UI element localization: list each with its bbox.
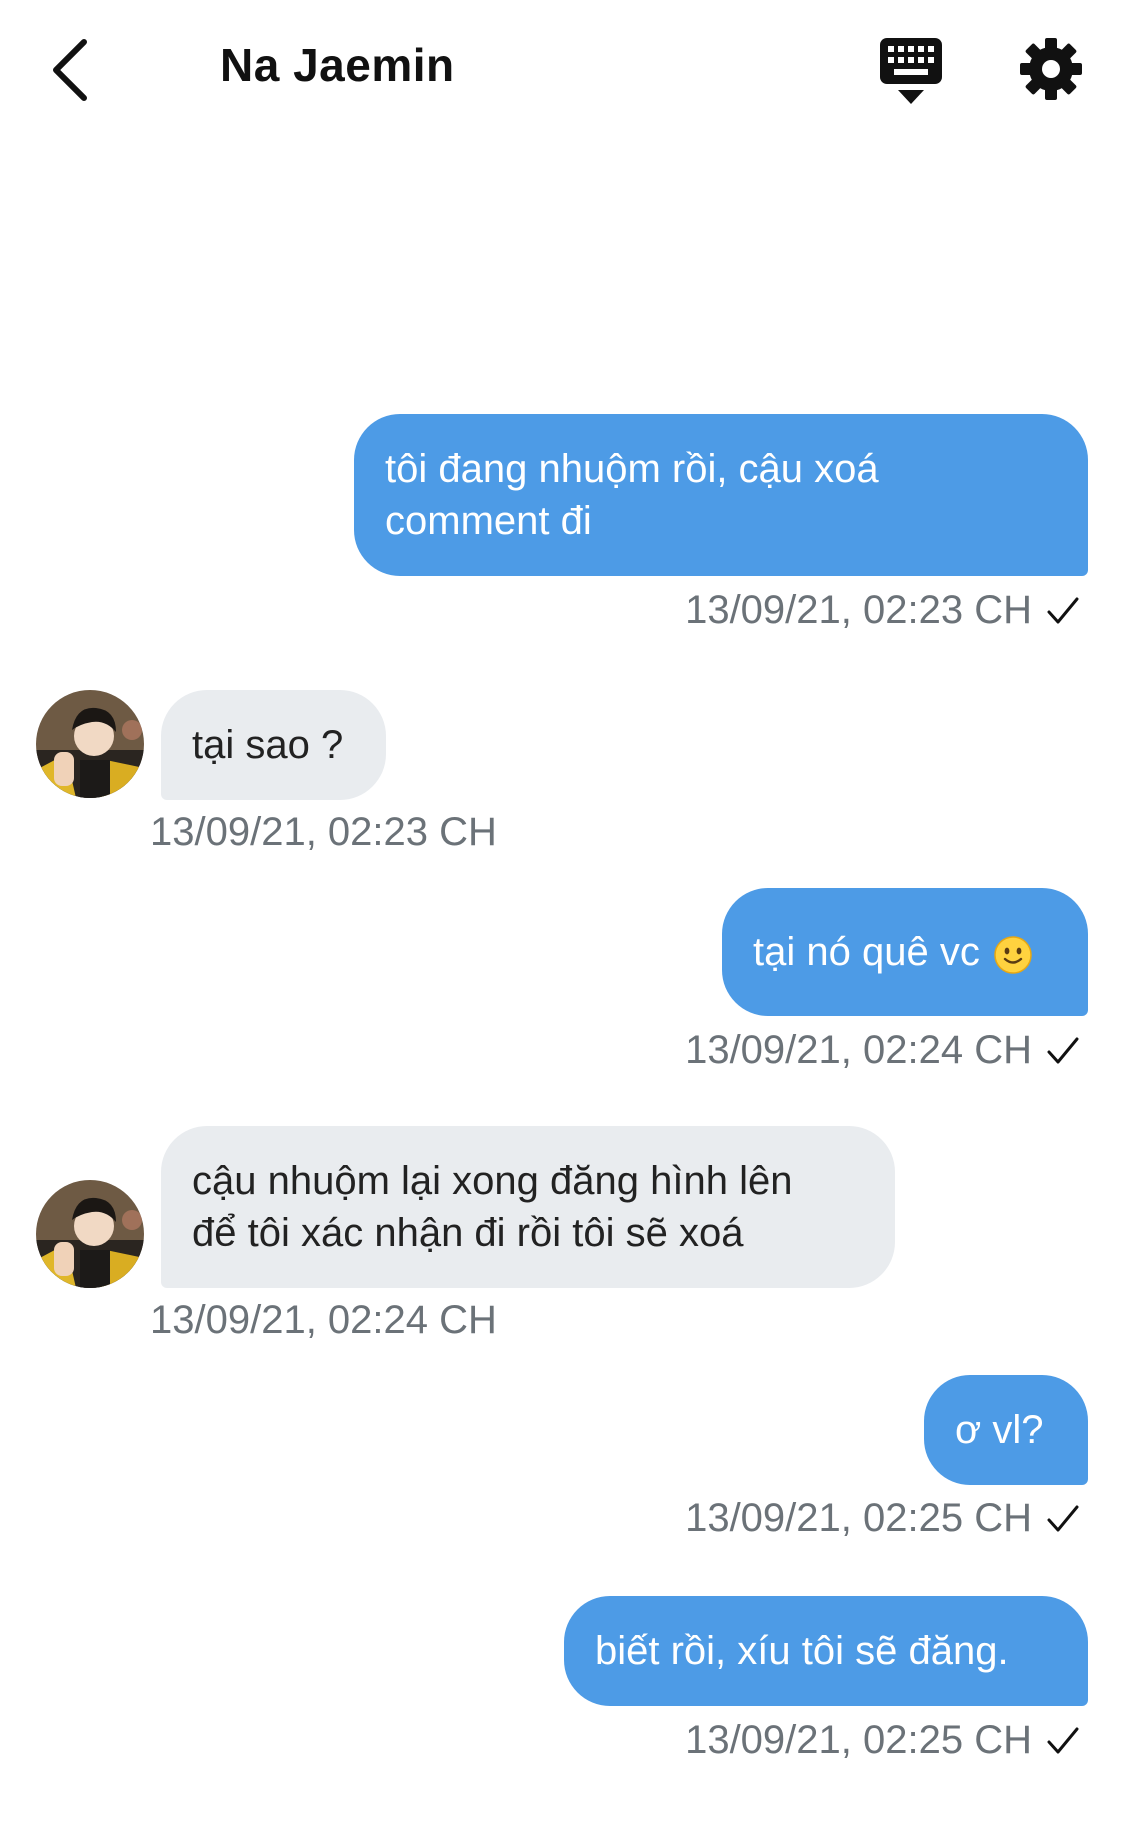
message-text: tại nó quê vc (753, 926, 1032, 978)
keyboard-toggle-button[interactable] (878, 36, 944, 106)
message-line: tôi đang nhuộm rồi, cậu xoá (385, 447, 879, 491)
message-text: tôi đang nhuộm rồi, cậu xoá comment đi (385, 443, 879, 547)
message-line: cậu nhuộm lại xong đăng hình lên (192, 1159, 793, 1203)
outgoing-message[interactable]: ơ vl? (924, 1375, 1088, 1485)
message-text: ơ vl? (955, 1408, 1044, 1452)
timestamp-text: 13/09/21, 02:23 CH (685, 588, 1032, 632)
settings-button[interactable] (1018, 36, 1084, 102)
message-text: cậu nhuộm lại xong đăng hình lên để tôi … (192, 1155, 792, 1259)
message-timestamp: 13/09/21, 02:23 CH (150, 810, 497, 854)
checkmark-icon (1047, 1037, 1079, 1063)
gear-icon (1020, 38, 1082, 100)
message-line: tại nó quê vc (753, 930, 980, 974)
keyboard-icon (880, 38, 942, 104)
message-timestamp: 13/09/21, 02:23 CH (685, 588, 1080, 633)
checkmark-icon (1047, 1505, 1079, 1531)
message-timestamp: 13/09/21, 02:24 CH (150, 1298, 497, 1342)
outgoing-message[interactable]: tôi đang nhuộm rồi, cậu xoá comment đi (354, 414, 1088, 576)
avatar[interactable] (36, 1180, 144, 1288)
timestamp-text: 13/09/21, 02:24 CH (685, 1028, 1032, 1072)
checkmark-icon (1047, 597, 1079, 623)
message-line: để tôi xác nhận đi rồi tôi sẽ xoá (192, 1211, 744, 1255)
slightly-smiling-face-icon (994, 935, 1032, 975)
outgoing-message[interactable]: biết rồi, xíu tôi sẽ đăng. (564, 1596, 1088, 1706)
chat-title: Na Jaemin (220, 39, 455, 91)
chevron-left-icon (53, 39, 87, 101)
contact-photo (36, 690, 144, 798)
outgoing-message[interactable]: tại nó quê vc (722, 888, 1088, 1016)
timestamp-text: 13/09/21, 02:25 CH (685, 1496, 1032, 1540)
checkmark-icon (1047, 1727, 1079, 1753)
incoming-message[interactable]: cậu nhuộm lại xong đăng hình lên để tôi … (161, 1126, 895, 1288)
message-timestamp: 13/09/21, 02:25 CH (685, 1496, 1080, 1541)
contact-photo (36, 1180, 144, 1288)
message-timestamp: 13/09/21, 02:24 CH (685, 1028, 1080, 1073)
back-button[interactable] (40, 30, 100, 110)
timestamp-text: 13/09/21, 02:25 CH (685, 1718, 1032, 1762)
incoming-message[interactable]: tại sao ? (161, 690, 386, 800)
message-timestamp: 13/09/21, 02:25 CH (685, 1718, 1080, 1763)
avatar[interactable] (36, 690, 144, 798)
message-text: tại sao ? (192, 723, 344, 767)
message-line: comment đi (385, 499, 592, 543)
chat-header: Na Jaemin (0, 0, 1125, 140)
message-text: biết rồi, xíu tôi sẽ đăng. (595, 1629, 1009, 1673)
